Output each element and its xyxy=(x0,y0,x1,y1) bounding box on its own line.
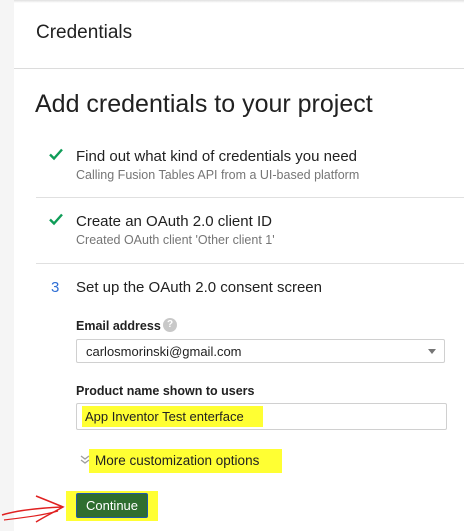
left-panel-edge xyxy=(0,0,14,531)
more-customization-link[interactable]: More customization options xyxy=(95,453,259,468)
red-arrow-annotation xyxy=(1,495,65,523)
step-3-title: Set up the OAuth 2.0 consent screen xyxy=(76,279,322,296)
step-2-subtitle: Created OAuth client 'Other client 1' xyxy=(76,233,275,247)
check-icon xyxy=(49,148,63,161)
email-select[interactable]: carlosmorinski@gmail.com xyxy=(76,339,445,363)
step-divider xyxy=(36,197,464,198)
top-shadow xyxy=(14,0,464,3)
dropdown-arrow-icon xyxy=(428,349,436,354)
chevron-down-icon xyxy=(80,455,90,464)
product-name-input[interactable]: App Inventor Test enterface xyxy=(76,403,447,430)
help-icon[interactable]: ? xyxy=(163,318,177,332)
continue-button[interactable]: Continue xyxy=(76,493,148,518)
page-title: Add credentials to your project xyxy=(35,90,373,118)
email-label: Email address xyxy=(76,319,161,333)
step-1-subtitle: Calling Fusion Tables API from a UI-base… xyxy=(76,168,360,182)
section-title: Credentials xyxy=(36,22,133,43)
step-1-title: Find out what kind of credentials you ne… xyxy=(76,148,358,165)
step-3-number: 3 xyxy=(51,279,60,296)
product-name-value: App Inventor Test enterface xyxy=(85,409,244,424)
check-icon xyxy=(49,213,63,226)
header-divider xyxy=(14,68,464,69)
step-2-title: Create an OAuth 2.0 client ID xyxy=(76,213,272,230)
step-divider xyxy=(36,263,464,264)
product-name-label: Product name shown to users xyxy=(76,384,255,398)
email-select-value: carlosmorinski@gmail.com xyxy=(86,344,242,359)
